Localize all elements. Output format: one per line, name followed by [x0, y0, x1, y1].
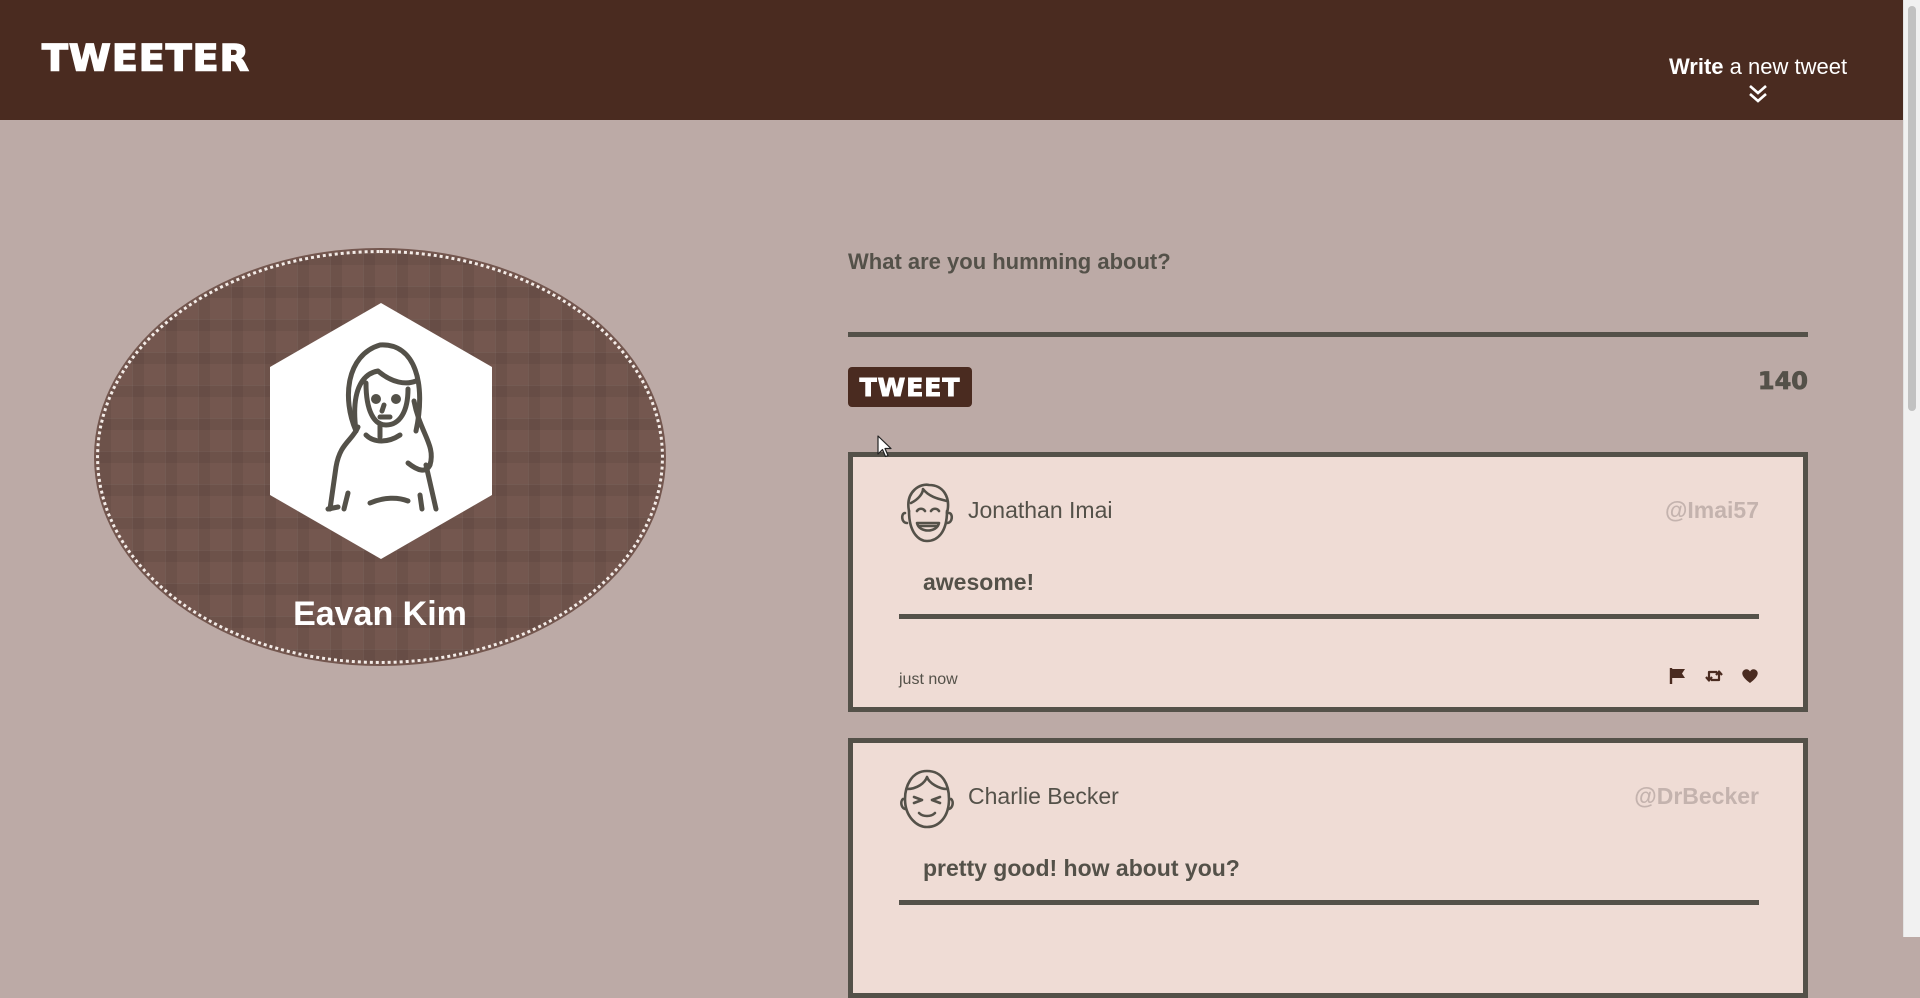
- tweet-text-input[interactable]: [848, 245, 1808, 337]
- profile-card: Eavan Kim: [96, 250, 664, 664]
- page-scrollbar[interactable]: [1903, 0, 1920, 937]
- character-counter: 140: [1757, 367, 1808, 396]
- top-nav: TWEETER Write a new tweet: [0, 0, 1904, 120]
- tweet-author-name: Jonathan Imai: [968, 497, 1113, 523]
- heart-icon[interactable]: [1741, 667, 1759, 685]
- tweet-timestamp: just now: [899, 671, 958, 688]
- profile-name: Eavan Kim: [293, 595, 467, 633]
- flag-icon[interactable]: [1669, 667, 1687, 685]
- scrollbar-thumb[interactable]: [1908, 6, 1916, 411]
- tweet-body: pretty good! how about you?: [899, 855, 1759, 905]
- retweet-icon[interactable]: [1705, 667, 1723, 685]
- tweet-submit-button[interactable]: TWEET: [848, 367, 972, 407]
- laughing-man-avatar-icon: [900, 483, 954, 543]
- double-chevron-down-icon: [1749, 85, 1767, 103]
- mouse-cursor-icon: [877, 435, 892, 458]
- app-logo[interactable]: TWEETER: [41, 36, 250, 79]
- tweet-author-name: Charlie Becker: [968, 783, 1119, 809]
- smiling-man-avatar-icon: [900, 769, 954, 829]
- compose-tweet-form: TWEET 140: [848, 245, 1808, 407]
- tweet-author-handle: @DrBecker: [1634, 783, 1759, 809]
- tweet-card: Charlie Becker @DrBecker pretty good! ho…: [848, 738, 1808, 998]
- write-new-tweet-label: Write a new tweet: [1668, 54, 1848, 79]
- tweet-author-handle: @Imai57: [1664, 497, 1759, 523]
- woman-avatar-icon: [270, 303, 492, 559]
- tweet-body: awesome!: [899, 569, 1759, 619]
- write-new-tweet-button[interactable]: Write a new tweet: [1658, 54, 1858, 104]
- tweet-card: Jonathan Imai @Imai57 awesome! just now: [848, 452, 1808, 712]
- tweet-actions: [1669, 667, 1759, 685]
